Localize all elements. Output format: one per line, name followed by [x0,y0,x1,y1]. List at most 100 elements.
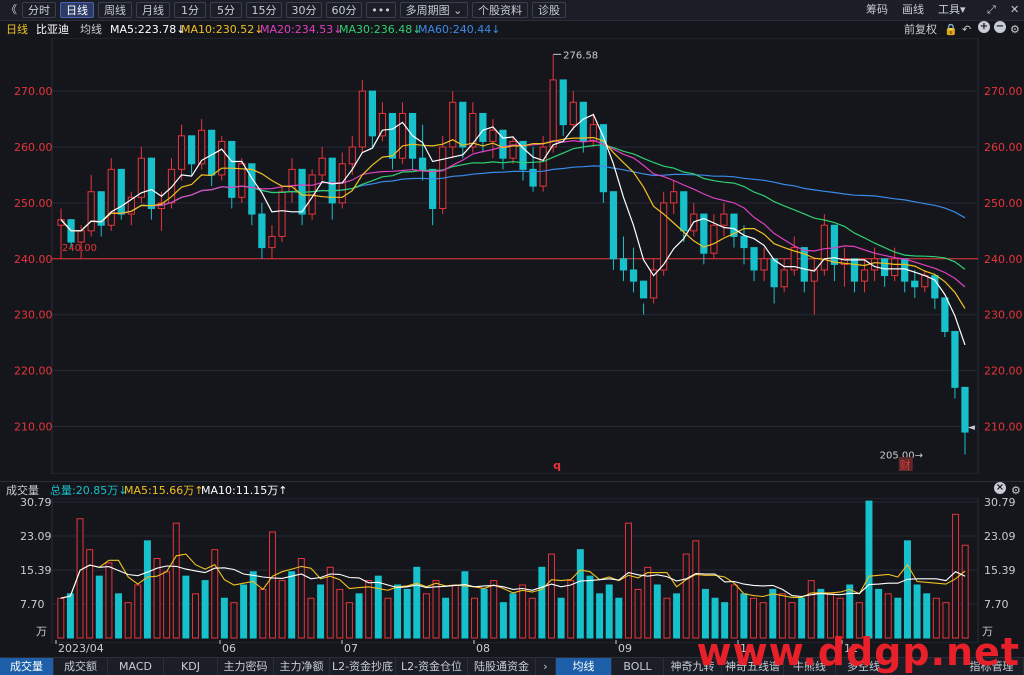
volume-bar [528,597,536,639]
candlestick-chart[interactable]: 270.00 270.00 260.00 260.00 250.00 250.00 240.… [0,38,1024,474]
candle-body [750,247,758,271]
indicator-tab[interactable]: 成交量 [0,658,54,675]
candle-body [398,112,407,159]
indicator-tab[interactable]: 均线 [556,658,612,675]
volume-bar [499,602,507,639]
period-tab-15min[interactable]: 15分 [246,2,282,18]
multi-period-dropdown[interactable]: 多周期图 ⌄ [400,2,468,18]
volume-tick-left: 7.70 [20,598,45,611]
volume-tick-right: 23.09 [984,530,1016,543]
indicator-tab[interactable]: 陆股通资金 [468,658,536,675]
ma-label[interactable]: 均线 [80,21,102,38]
volume-bar [509,593,517,639]
period-label: 日线 [6,23,28,36]
settings-icon[interactable]: ⚙ [1010,21,1020,38]
indicator-tab[interactable]: L2-资金仓位 [396,658,468,675]
chip-button[interactable]: 筹码 [866,2,888,18]
lock-icon[interactable]: 🔒 [944,21,958,38]
period-tab-1min[interactable]: 1分 [174,2,206,18]
candle-body [278,191,286,237]
close-icon[interactable]: ✕ [1010,2,1019,18]
diagnose-button[interactable]: 诊股 [532,2,566,18]
high-label: 276.58 [563,50,598,61]
candle-body [680,191,688,232]
price-tick-right: 210.00 [984,420,1023,433]
candle-body [720,213,728,226]
event-marker-q[interactable]: q [553,459,561,472]
volume-bar [451,584,459,639]
candle-body [559,79,567,126]
chevron-down-icon: ⌄ [453,4,463,17]
volume-bar [66,593,74,639]
period-tab-60min[interactable]: 60分 [326,2,362,18]
period-tab-30min[interactable]: 30分 [286,2,322,18]
indicator-tab[interactable]: 主力净额 [274,658,330,675]
price-tick-right: 220.00 [984,365,1023,378]
candle-body [710,224,718,254]
candle-body [770,258,778,288]
volume-chart[interactable]: 30.79 30.7923.09 23.0915.39 15.397.70 7.70万万 [0,498,1024,643]
indicator-tab[interactable]: 成交额 [54,658,108,675]
period-tab-5min[interactable]: 5分 [210,2,242,18]
more-periods-button[interactable]: ••• [366,2,396,18]
period-tab-weekly[interactable]: 周线 [98,2,132,18]
volume-bar [240,584,248,639]
undo-icon[interactable]: ↶ [962,21,971,38]
volume-bar [105,562,113,639]
draw-line-button[interactable]: 画线 [902,2,924,18]
candle-body [941,297,949,332]
volume-bar [548,553,555,639]
volume-bar [355,593,363,639]
candle-body [268,235,276,249]
event-marker-fin[interactable]: 财 [900,458,911,472]
volume-bar [634,588,642,639]
stock-info-button[interactable]: 个股资料 [472,2,528,18]
volume-bar [288,571,296,639]
volume-ma10: MA10:11.15万↑ [201,484,288,497]
indicator-tab[interactable]: 主力密码 [218,658,274,675]
tools-label: 工具 [938,3,960,16]
volume-bar [682,553,690,639]
back-button[interactable]: 《 [6,2,17,18]
volume-bar [374,575,382,639]
candle-body [881,258,889,277]
indicator-tab[interactable]: L2-资金抄底 [330,658,396,675]
volume-bar [211,549,219,639]
volume-tick-left: 30.79 [20,498,52,509]
candle-body [429,168,437,209]
month-label: 2023/04 [58,642,104,655]
stock-name[interactable]: 比亚迪 [36,21,69,38]
volume-bar [615,597,623,639]
candle-body [539,146,547,187]
candle-body [177,135,186,170]
candle-body [348,146,356,165]
period-tab-daily[interactable]: 日线 [60,2,94,18]
multi-period-label: 多周期图 [405,4,450,17]
candle-body [891,258,899,277]
volume-bar [673,593,681,639]
volume-bar [596,593,604,639]
adjust-mode[interactable]: 前复权 [904,21,937,38]
plot-frame [51,38,979,474]
candle-body [911,280,919,288]
panel-settings-icon[interactable]: ⚙ [1011,482,1021,499]
volume-bar [115,593,123,639]
period-tab-timeshare[interactable]: 分时 [22,2,56,18]
tools-dropdown[interactable]: 工具▾ [938,2,966,18]
volume-bar [865,500,873,639]
period-tab-monthly[interactable]: 月线 [136,2,170,18]
indicator-tab[interactable]: KDJ [164,658,218,675]
volume-bar [605,584,613,639]
volume-bar [413,566,421,639]
volume-bar [365,580,373,639]
price-tick-right: 270.00 [984,85,1023,98]
volume-unit-left: 万 [36,625,47,638]
candle-body [248,163,256,215]
price-tick-right: 250.00 [984,197,1023,210]
candle-body [870,258,879,271]
indicator-tab[interactable]: MACD [108,658,164,675]
volume-bar [172,522,180,639]
indicator-tab[interactable]: BOLL [612,658,664,675]
expand-icon[interactable]: ⤢ [987,2,996,18]
tabs-scroll-right-icon[interactable]: › [536,658,556,675]
